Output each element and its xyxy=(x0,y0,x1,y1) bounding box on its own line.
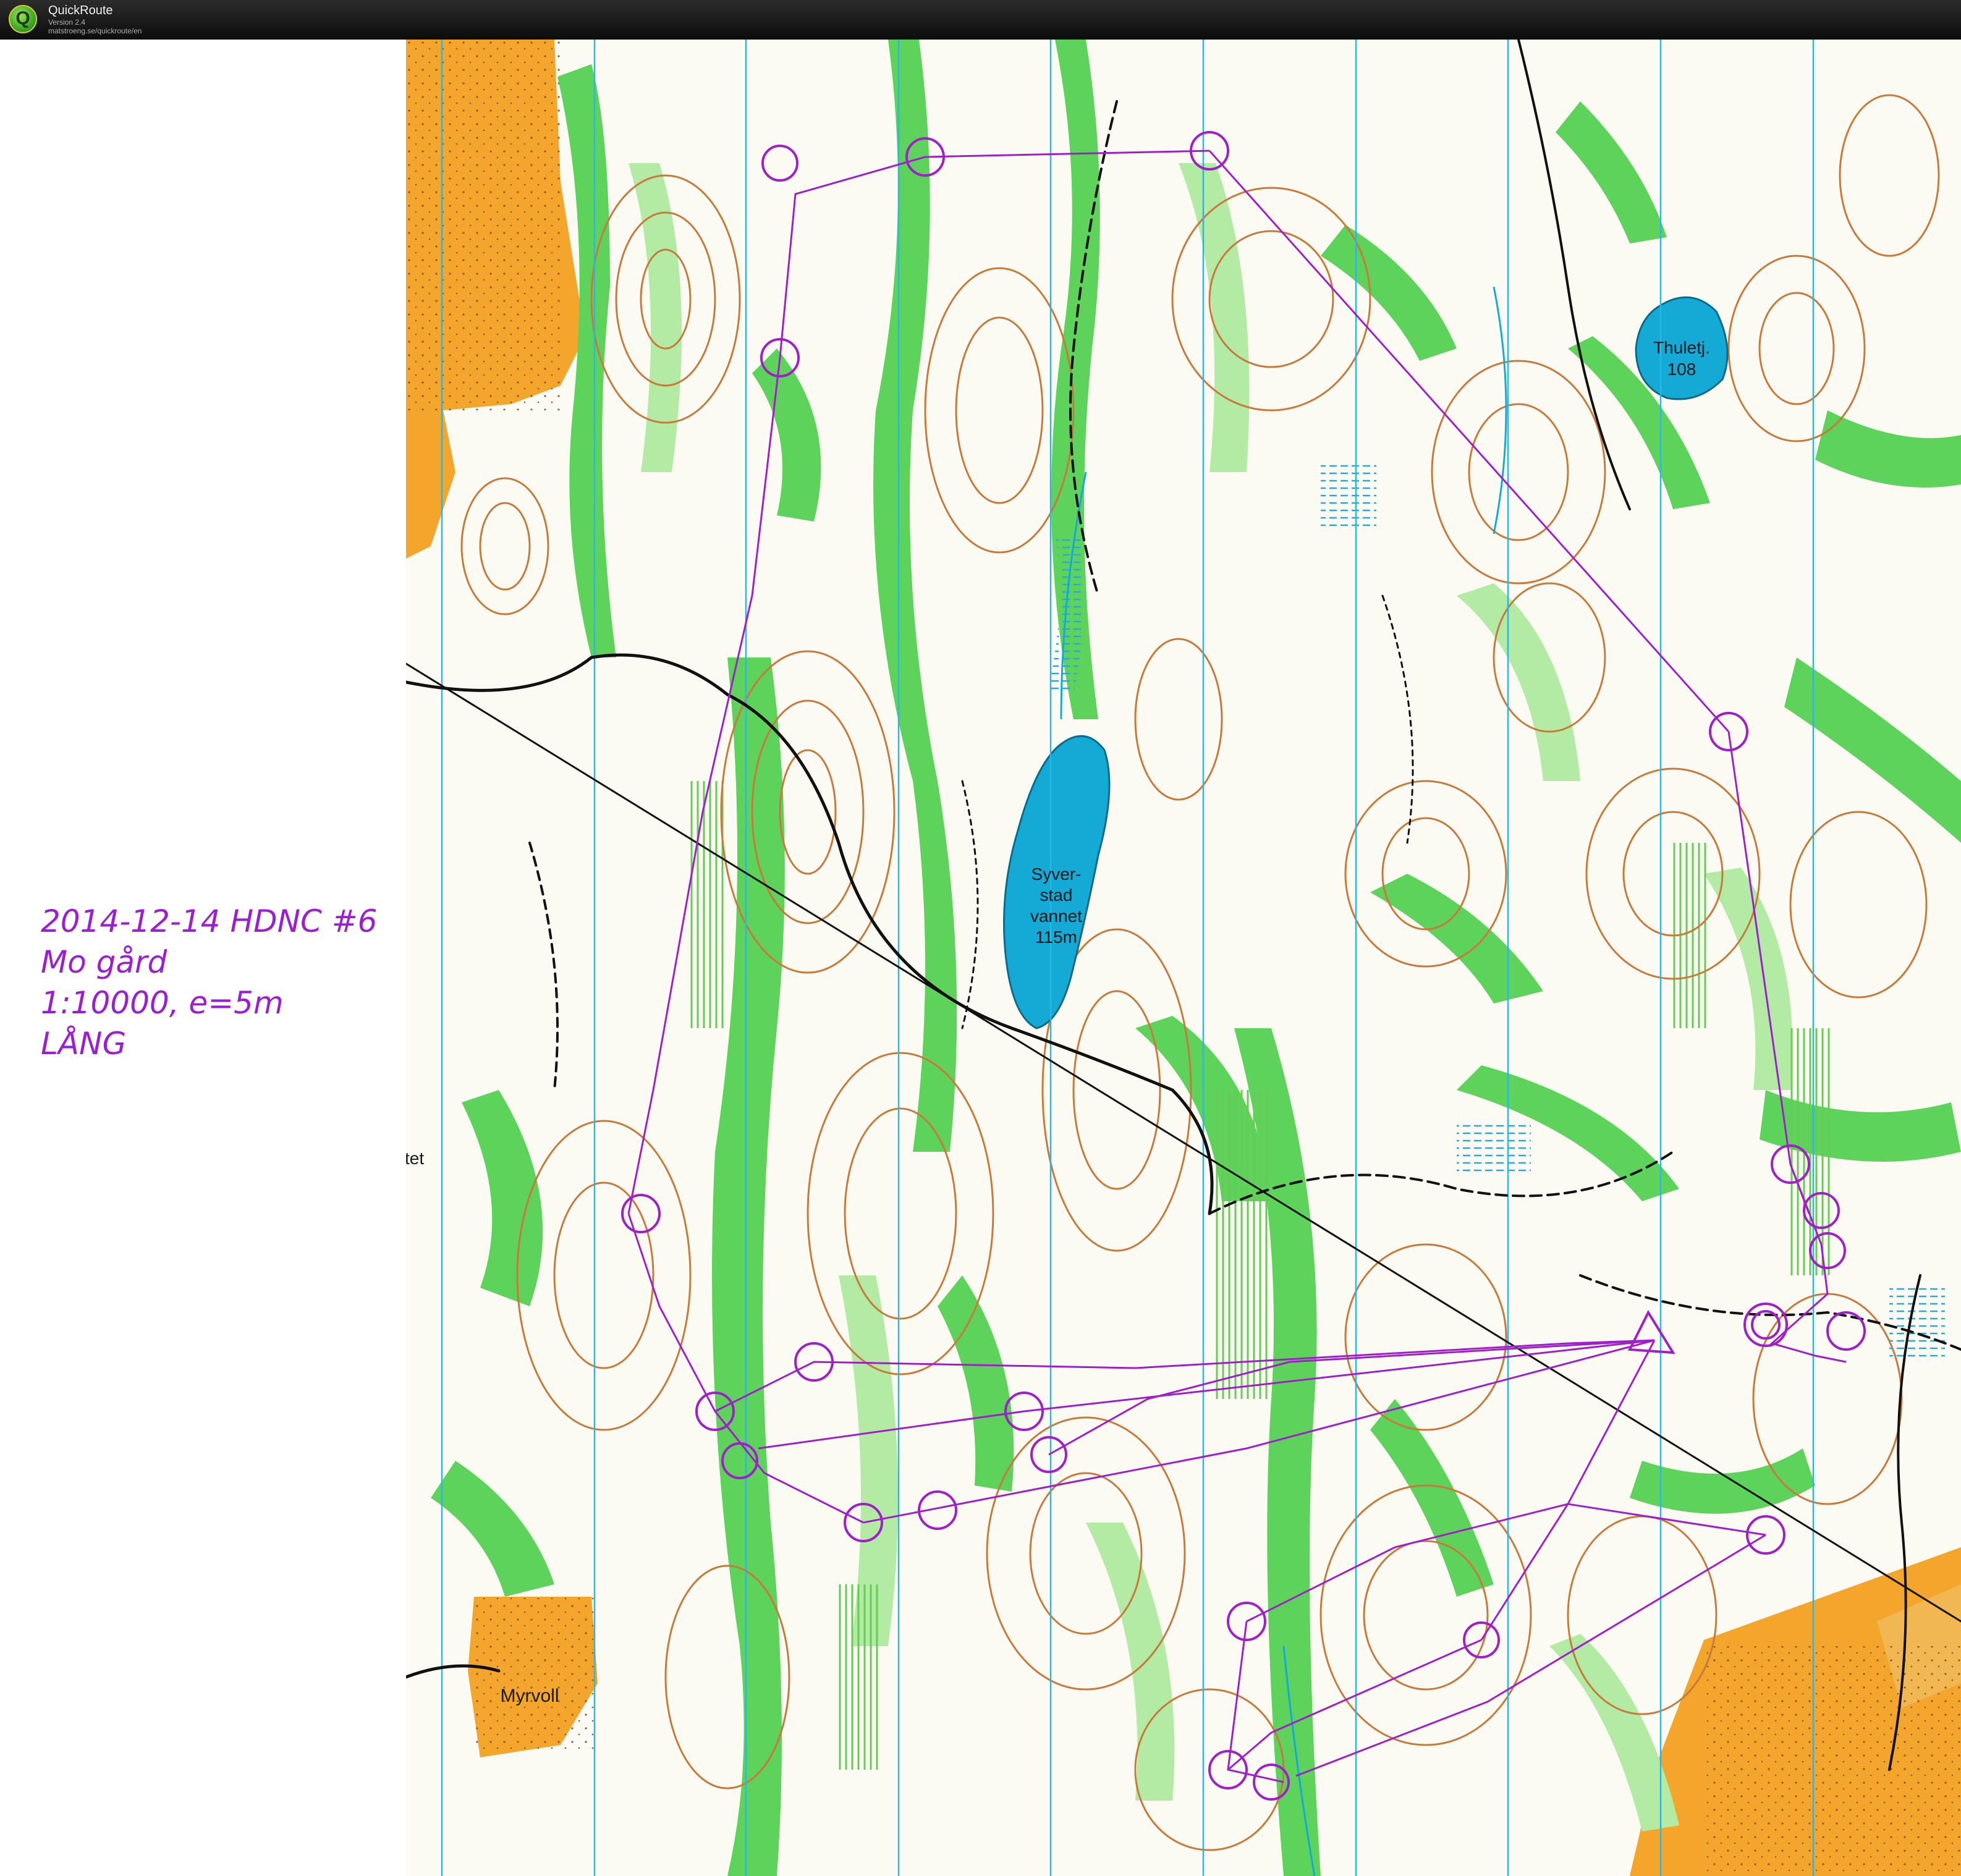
annotation-scale: 1:10000, e=5m xyxy=(41,985,284,1021)
map-annotation: 2014-12-14 HDNC #6 Mo gård 1:10000, e=5m… xyxy=(41,901,377,1064)
app-version: Version 2.4 xyxy=(48,18,86,27)
lake-label-line-1: Syver- xyxy=(1031,864,1082,884)
title-bar: Q QuickRoute Version 2.4 matstroeng.se/q… xyxy=(0,0,1961,40)
app-url: matstroeng.se/quickroute/en xyxy=(48,27,142,35)
annotation-course: LÅNG xyxy=(41,1026,127,1062)
terrain-base xyxy=(406,40,1961,1876)
left-margin-panel: 2014-12-14 HDNC #6 Mo gård 1:10000, e=5m… xyxy=(0,40,406,1876)
map-canvas[interactable]: Syver- stad vannet 115m Thuletj. 108 Myr… xyxy=(406,40,1961,1876)
app-name: QuickRoute xyxy=(48,4,113,17)
lake-ne-label-line-2: 108 xyxy=(1667,360,1696,379)
lake-ne-label-line-1: Thuletj. xyxy=(1653,338,1710,357)
farm-label: Myrvoll xyxy=(501,1686,559,1706)
orienteering-map[interactable]: Syver- stad vannet 115m Thuletj. 108 Myr… xyxy=(406,40,1961,1876)
annotation-location: Mo gård xyxy=(41,944,167,980)
lake-label-line-3: vannet xyxy=(1030,906,1082,926)
annotation-date-event: 2014-12-14 HDNC #6 xyxy=(41,903,378,939)
lake-label-line-4: 115m xyxy=(1035,927,1077,947)
lake-label-line-2: stad xyxy=(1040,885,1073,905)
quickroute-logo-icon: Q xyxy=(9,5,37,33)
edge-label: tet xyxy=(406,1149,424,1168)
